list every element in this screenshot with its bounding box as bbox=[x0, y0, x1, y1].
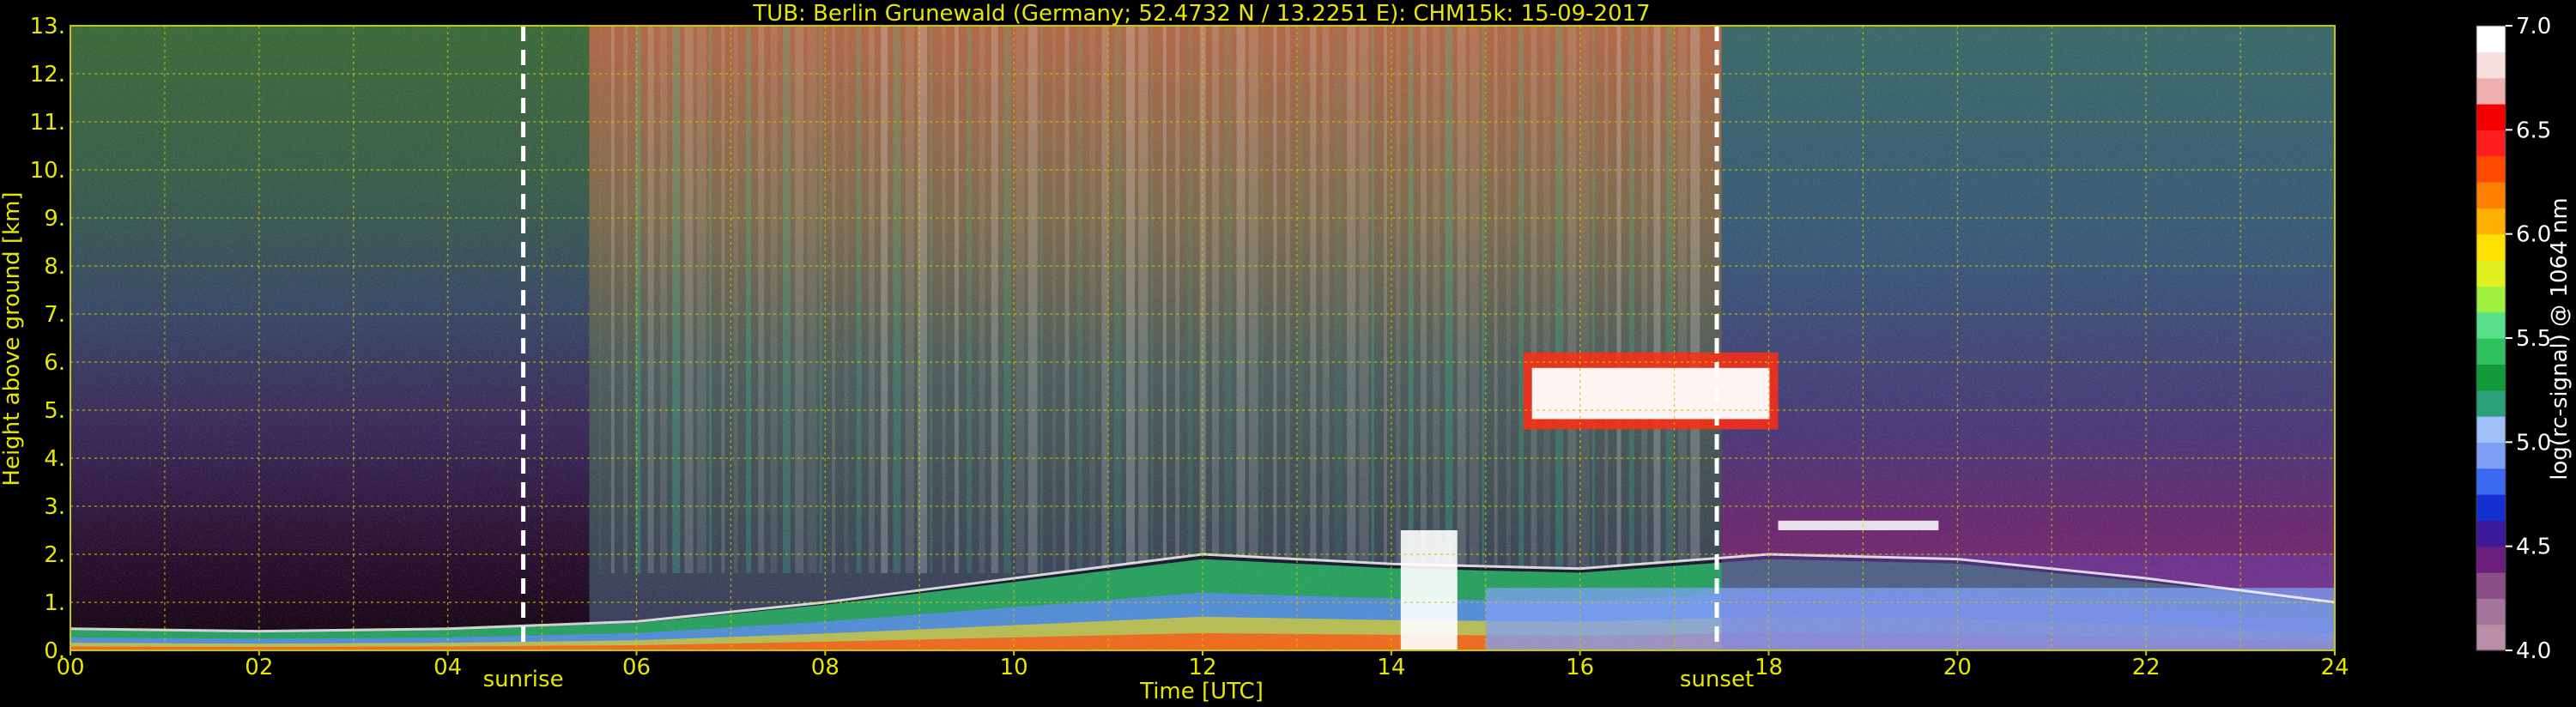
colorbar-segment bbox=[2476, 77, 2506, 105]
colorbar-segment bbox=[2476, 233, 2506, 261]
y-tick-label: 13. bbox=[30, 14, 65, 39]
x-tick-label: 12 bbox=[1188, 655, 1216, 680]
colorbar-segment bbox=[2476, 104, 2506, 130]
y-tick-label: 3. bbox=[44, 494, 65, 520]
y-tick-label: 7. bbox=[44, 302, 65, 328]
y-axis-label: Height above ground [km] bbox=[0, 191, 25, 486]
x-tick-label: 06 bbox=[622, 655, 651, 680]
ceilometer-chart: sunrise sunset 00 02 04 06 08 10 12 14 16 18 20 22 24… bbox=[0, 1, 2573, 704]
y-tick-label: 6. bbox=[44, 350, 65, 376]
x-tick-label: 02 bbox=[245, 655, 273, 680]
chart-title: TUB: Berlin Grunewald (Germany; 52.4732 … bbox=[752, 1, 1650, 27]
colorbar-segment bbox=[2476, 520, 2506, 547]
y-tick-labels: 0. 1. 2. 3. 4. 5. 6. 7. 8. 9. 10. 11. 12. 13. bbox=[30, 14, 65, 664]
y-tick-label: 1. bbox=[44, 590, 65, 616]
y-tick-label: 10. bbox=[30, 158, 65, 184]
y-tick-label: 2. bbox=[44, 542, 65, 568]
colorbar-segment bbox=[2476, 260, 2506, 287]
colorbar-segment bbox=[2476, 624, 2506, 651]
x-tick-label: 14 bbox=[1377, 655, 1405, 680]
colorbar-tick-label: 6.5 bbox=[2516, 118, 2551, 143]
x-tick-label: 04 bbox=[433, 655, 462, 680]
colorbar-segment bbox=[2476, 546, 2506, 573]
colorbar-segment bbox=[2476, 51, 2506, 79]
colorbar-segment bbox=[2476, 286, 2506, 313]
colorbar-segment bbox=[2476, 311, 2506, 339]
sunrise-label: sunrise bbox=[483, 667, 564, 692]
colorbar-segment bbox=[2476, 572, 2506, 599]
x-tick-label: 22 bbox=[2132, 655, 2161, 680]
colorbar-segment bbox=[2476, 364, 2506, 391]
y-tick-label: 12. bbox=[30, 62, 65, 88]
colorbar-tick-label: 7.0 bbox=[2516, 14, 2551, 39]
y-tick-label: 0. bbox=[44, 638, 65, 664]
colorbar-segment bbox=[2476, 208, 2506, 235]
y-tick-label: 11. bbox=[30, 110, 65, 136]
colorbar-segment bbox=[2476, 494, 2506, 521]
colorbar-segment bbox=[2476, 182, 2506, 208]
colorbar-segment bbox=[2476, 155, 2506, 183]
y-tick-label: 5. bbox=[44, 398, 65, 424]
y-tick-label: 9. bbox=[44, 206, 65, 232]
y-tick-label: 8. bbox=[44, 254, 65, 280]
colorbar-segment bbox=[2476, 26, 2506, 52]
colorbar-segment bbox=[2476, 416, 2506, 443]
colorbar-segment bbox=[2476, 468, 2506, 495]
colorbar-segment bbox=[2476, 390, 2506, 417]
x-tick-label: 16 bbox=[1566, 655, 1594, 680]
x-tick-label: 18 bbox=[1755, 655, 1783, 680]
x-tick-labels: 00 02 04 06 08 10 12 14 16 18 20 22 24 bbox=[56, 650, 2349, 680]
x-tick-label: 08 bbox=[811, 655, 839, 680]
x-axis-label: Time [UTC] bbox=[1139, 679, 1264, 704]
colorbar-label: log(rc-signal) @ 1064 nm bbox=[2547, 197, 2573, 480]
sunset-label: sunset bbox=[1680, 667, 1754, 692]
colorbar-tick-label: 4.0 bbox=[2516, 638, 2551, 664]
colorbar-segment bbox=[2476, 130, 2506, 157]
colorbar-segment bbox=[2476, 442, 2506, 469]
x-tick-label: 24 bbox=[2320, 655, 2349, 680]
colorbar-segment bbox=[2476, 338, 2506, 365]
x-tick-label: 10 bbox=[1000, 655, 1028, 680]
y-tick-label: 4. bbox=[44, 446, 65, 472]
colorbar-segment bbox=[2476, 598, 2506, 625]
colorbar-tick-label: 4.5 bbox=[2516, 535, 2551, 560]
x-tick-label: 20 bbox=[1943, 655, 1972, 680]
colorbar: 4.04.55.05.56.06.57.0 bbox=[2476, 14, 2551, 664]
